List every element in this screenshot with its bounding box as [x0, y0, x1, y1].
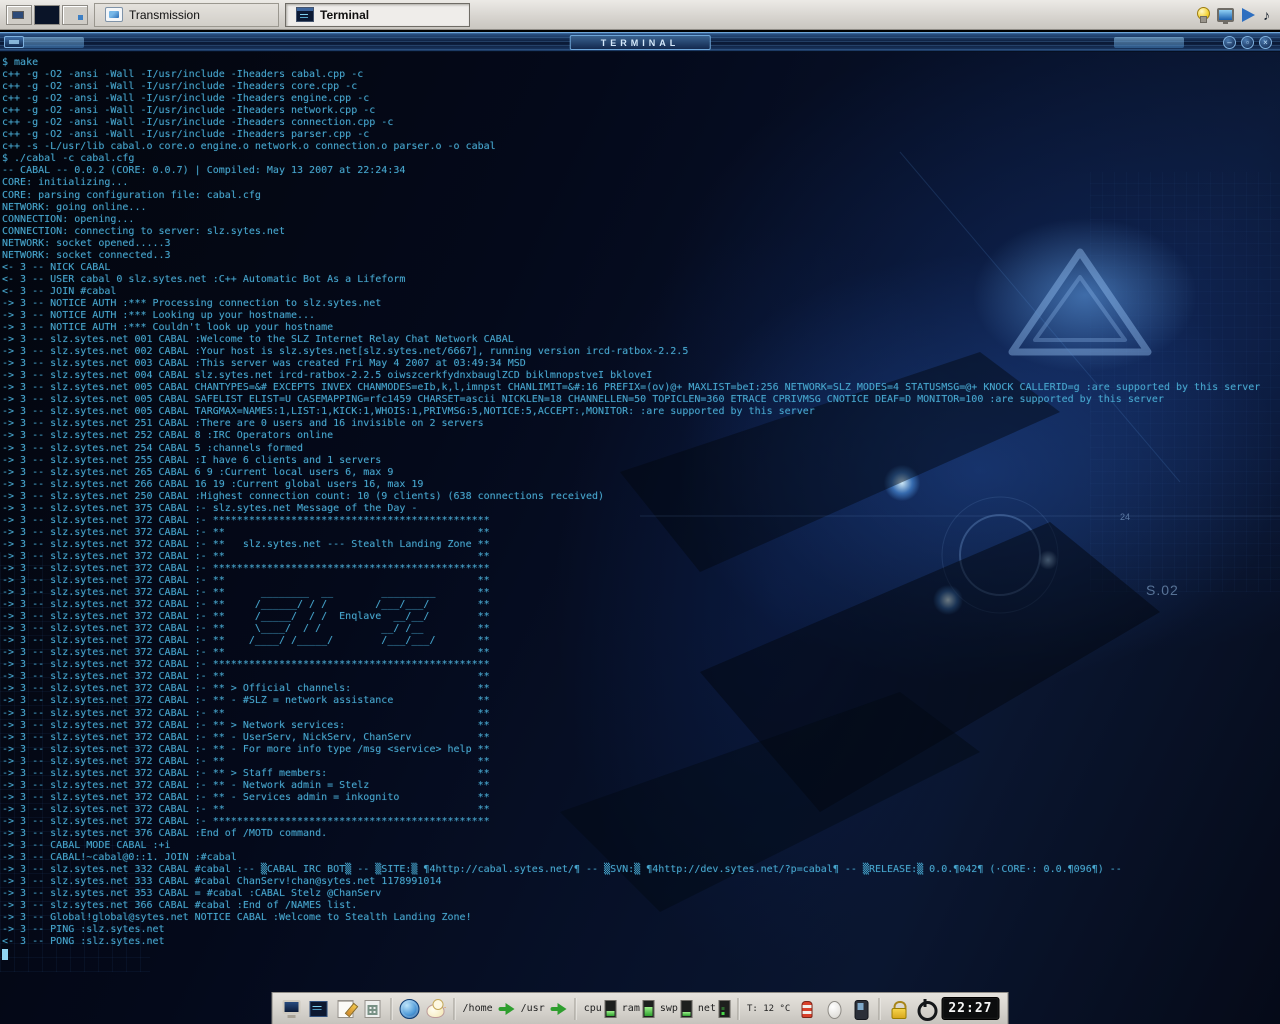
ram-monitor[interactable]: ram: [622, 1000, 655, 1018]
ram-meter: [643, 1000, 655, 1018]
computer-icon[interactable]: [281, 999, 303, 1019]
speaker-icon[interactable]: [1242, 8, 1255, 22]
display-icon[interactable]: [1217, 8, 1234, 22]
maximize-button[interactable]: ▫: [1241, 36, 1254, 49]
shade-button[interactable]: –: [1223, 36, 1236, 49]
cpu-monitor[interactable]: cpu: [584, 1000, 617, 1018]
swap-meter: [681, 1000, 693, 1018]
swap-monitor[interactable]: swp: [660, 1000, 693, 1018]
text-editor-icon[interactable]: [335, 999, 357, 1019]
system-tray: ♪: [1196, 6, 1274, 24]
window-buttons: – ▫ ×: [1223, 36, 1272, 49]
swap-label: swp: [660, 1003, 678, 1014]
terminal-launcher-icon[interactable]: [308, 999, 330, 1019]
ram-label: ram: [622, 1003, 640, 1014]
pager-desktop-1[interactable]: [6, 5, 32, 25]
net-monitor[interactable]: net: [698, 1000, 731, 1018]
task-transmission-label: Transmission: [129, 8, 200, 22]
home-path-label: /home: [463, 1003, 493, 1014]
window-title: TERMINAL: [601, 38, 680, 48]
pager-desktop-2[interactable]: [34, 5, 60, 25]
taskbar: Transmission Terminal ♪: [0, 0, 1280, 30]
lock-icon[interactable]: [887, 999, 909, 1019]
sensor-icon[interactable]: [795, 999, 817, 1019]
task-transmission[interactable]: Transmission: [94, 3, 279, 27]
dock-separator: [391, 998, 393, 1020]
dock-separator: [454, 998, 456, 1020]
temperature-readout: T: 12 °C: [747, 1004, 790, 1014]
browser-globe-icon[interactable]: [400, 999, 420, 1019]
cpu-label: cpu: [584, 1003, 602, 1014]
workspace-pager: [6, 5, 88, 25]
usr-open-arrow-icon[interactable]: [550, 1002, 568, 1016]
net-meter: [719, 1000, 731, 1018]
music-note-icon[interactable]: ♪: [1263, 8, 1270, 22]
power-icon[interactable]: [914, 999, 936, 1019]
titlebar[interactable]: TERMINAL – ▫ ×: [0, 32, 1280, 52]
dock-separator: [738, 998, 740, 1020]
dock-separator: [575, 998, 577, 1020]
desktop: Transmission Terminal ♪ TERMINAL – ▫ ×: [0, 0, 1280, 1024]
pager-desktop-3[interactable]: [62, 5, 88, 25]
clock[interactable]: 22:27: [941, 997, 999, 1020]
terminal-cursor: [2, 949, 8, 960]
dock: /home /usr cpu ram swp net T: 12 °C 22:2…: [272, 992, 1009, 1024]
dock-separator: [878, 998, 880, 1020]
task-terminal-label: Terminal: [320, 8, 369, 22]
title-plaque: TERMINAL: [570, 35, 711, 50]
calculator-icon[interactable]: [362, 999, 384, 1019]
net-label: net: [698, 1003, 716, 1014]
window-menu-button[interactable]: [4, 36, 24, 48]
phone-icon[interactable]: [849, 999, 871, 1019]
home-open-arrow-icon[interactable]: [498, 1002, 516, 1016]
transmission-icon: [105, 7, 123, 22]
cpu-meter: [605, 1000, 617, 1018]
usr-path-label: /usr: [521, 1003, 545, 1014]
terminal-output: $ make c++ -g -O2 -ansi -Wall -I/usr/inc…: [2, 57, 1260, 948]
close-button[interactable]: ×: [1259, 36, 1272, 49]
lightbulb-icon[interactable]: [1196, 6, 1209, 24]
duck-icon[interactable]: [425, 999, 447, 1019]
egg-icon[interactable]: [822, 999, 844, 1019]
task-terminal[interactable]: Terminal: [285, 3, 470, 27]
terminal-icon: [296, 7, 314, 22]
terminal-window[interactable]: S.02 24 $ make c++ -g -O2 -ansi -Wall -I…: [0, 52, 1280, 1024]
